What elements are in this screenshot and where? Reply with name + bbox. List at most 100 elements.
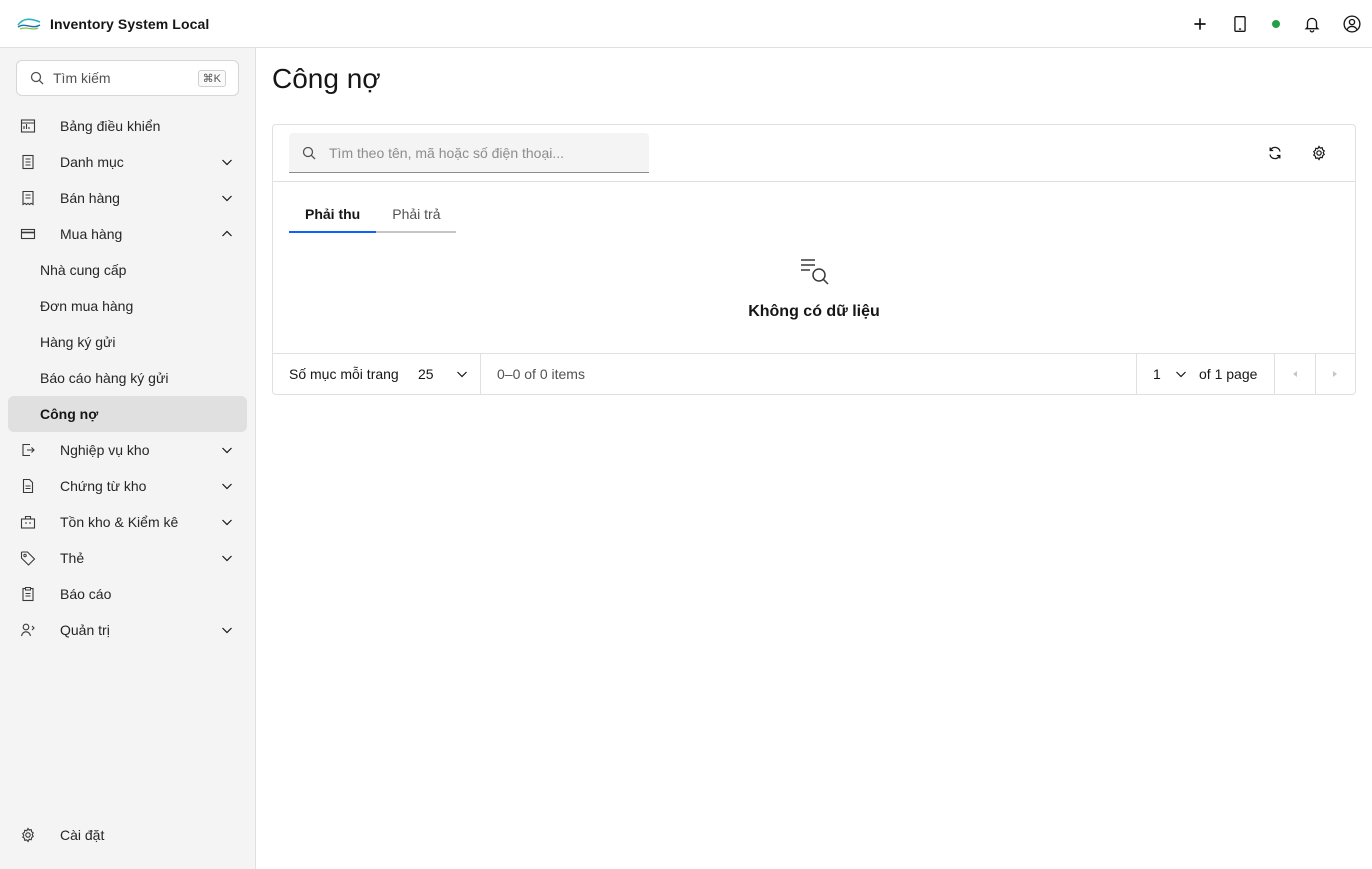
caret-left-icon (1293, 371, 1297, 377)
inventory-icon (20, 515, 36, 529)
page-number-select[interactable]: 1 (1153, 354, 1203, 394)
previous-page-button[interactable] (1275, 354, 1315, 394)
sidebar-item-reports[interactable]: Báo cáo (8, 576, 247, 612)
document-icon (22, 478, 34, 494)
connection-status-indicator (1260, 0, 1292, 48)
sidebar-item-label: Chứng từ kho (60, 478, 147, 494)
receipt-icon (22, 190, 34, 206)
chevron-down-icon (222, 627, 232, 634)
tablet-icon (1234, 16, 1246, 32)
sidebar-item-settings[interactable]: Cài đặt (8, 817, 247, 853)
sidebar-search[interactable]: Tìm kiếm ⌘K (16, 60, 239, 96)
top-header: Inventory System Local (0, 0, 1372, 48)
sidebar-item-label: Mua hàng (60, 226, 123, 242)
sidebar-item-dashboard[interactable]: Bảng điều khiển (8, 108, 247, 144)
transfer-icon (22, 443, 35, 457)
user-avatar-icon (1343, 15, 1361, 33)
pagination-divider (1136, 354, 1137, 394)
sidebar-item-warehouse-documents[interactable]: Chứng từ kho (8, 468, 247, 504)
table-toolbar (273, 125, 1355, 182)
sidebar-item-stock-inventory[interactable]: Tồn kho & Kiểm kê (8, 504, 247, 540)
search-icon (302, 146, 316, 159)
sidebar-subitem-suppliers[interactable]: Nhà cung cấp (8, 252, 247, 288)
sidebar-subitem-label: Công nợ (40, 406, 99, 422)
plus-icon (1194, 18, 1206, 30)
items-per-page-select[interactable]: 25 (418, 354, 480, 394)
chevron-down-icon (222, 159, 232, 166)
shortcut-hint: ⌘K (197, 69, 226, 87)
sidebar-item-label: Bảng điều khiển (60, 118, 161, 134)
add-button[interactable] (1180, 0, 1220, 48)
brand-logo-icon (17, 18, 41, 30)
tab-payable[interactable]: Phải trả (376, 197, 457, 233)
sidebar-subitem-purchase-orders[interactable]: Đơn mua hàng (8, 288, 247, 324)
sidebar-subitem-consignment-report[interactable]: Báo cáo hàng ký gửi (8, 360, 247, 396)
items-per-page-value: 25 (418, 366, 434, 382)
brand[interactable]: Inventory System Local (16, 16, 209, 32)
empty-state-message: Không có dữ liệu (748, 303, 880, 320)
chevron-down-icon (222, 519, 232, 526)
bell-icon (1304, 17, 1320, 33)
chevron-down-icon (222, 195, 232, 202)
page-title: Công nợ (272, 63, 381, 94)
refresh-button[interactable] (1259, 137, 1291, 169)
sidebar-item-label: Quản trị (60, 622, 110, 638)
sidebar-search-placeholder: Tìm kiếm (53, 70, 111, 86)
card-icon (20, 228, 36, 240)
sidebar-item-admin[interactable]: Quản trị (8, 612, 247, 648)
item-range-text: 0–0 of 0 items (497, 366, 585, 382)
table-search-input[interactable] (329, 144, 649, 161)
sidebar-item-label: Tồn kho & Kiểm kê (60, 514, 179, 530)
sidebar-item-label: Danh mục (60, 154, 124, 170)
sidebar-settings-label: Cài đặt (60, 827, 105, 843)
tab-receivable[interactable]: Phải thu (289, 197, 377, 233)
debts-table-card: Phải thu Phải trả Không có dữ liệu Số mụ… (272, 124, 1356, 395)
sidebar-subitem-debts[interactable]: Công nợ (8, 396, 247, 432)
sidebar-item-purchasing[interactable]: Mua hàng (8, 216, 247, 252)
sidebar-item-sales[interactable]: Bán hàng (8, 180, 247, 216)
table-search[interactable] (289, 133, 649, 173)
page-total-text: of 1 page (1199, 366, 1258, 382)
main-content: Công nợ Phải thu Phải trả Không có dữ li… (256, 48, 1372, 869)
sidebar-item-warehouse-operations[interactable]: Nghiệp vụ kho (8, 432, 247, 468)
tag-icon (20, 551, 36, 566)
chevron-down-icon (222, 555, 232, 562)
sidebar-subitem-label: Đơn mua hàng (40, 298, 134, 314)
report-icon (22, 587, 34, 602)
sidebar-subitem-label: Báo cáo hàng ký gửi (40, 370, 169, 386)
sidebar: Tìm kiếm ⌘K Bảng điều khiển Danh mục Bán… (0, 48, 256, 869)
dashboard-icon (20, 119, 36, 133)
device-button[interactable] (1220, 0, 1260, 48)
chevron-down-icon (457, 371, 467, 378)
page-number-value: 1 (1153, 366, 1161, 382)
empty-state: Không có dữ liệu (273, 255, 1355, 321)
user-profile-button[interactable] (1332, 0, 1372, 48)
sidebar-subitem-label: Nhà cung cấp (40, 262, 127, 278)
sidebar-item-label: Nghiệp vụ kho (60, 442, 150, 458)
sidebar-subitem-consignment[interactable]: Hàng ký gửi (8, 324, 247, 360)
pagination: Số mục mỗi trang 25 0–0 of 0 items 1 of … (273, 353, 1355, 394)
sidebar-subitem-label: Hàng ký gửi (40, 334, 116, 350)
debt-type-tabs: Phải thu Phải trả (289, 197, 457, 233)
sidebar-item-label: Thẻ (60, 550, 85, 566)
refresh-icon (1269, 146, 1281, 160)
caret-right-icon (1333, 371, 1337, 377)
search-list-empty-icon (801, 259, 829, 285)
sidebar-item-catalog[interactable]: Danh mục (8, 144, 247, 180)
table-settings-button[interactable] (1303, 137, 1335, 169)
chevron-down-icon (1176, 371, 1186, 378)
search-icon (30, 71, 44, 85)
chevron-down-icon (222, 447, 232, 454)
chevron-up-icon (222, 230, 232, 237)
gear-icon (1313, 145, 1325, 161)
catalog-icon (22, 154, 34, 170)
sidebar-item-label: Bán hàng (60, 190, 120, 206)
sidebar-item-tags[interactable]: Thẻ (8, 540, 247, 576)
next-page-button[interactable] (1315, 354, 1355, 394)
chevron-down-icon (222, 483, 232, 490)
admin-icon (20, 623, 35, 637)
notifications-button[interactable] (1292, 0, 1332, 48)
gear-icon (22, 827, 34, 843)
pagination-divider (480, 354, 481, 394)
app-title: Inventory System Local (50, 15, 210, 32)
